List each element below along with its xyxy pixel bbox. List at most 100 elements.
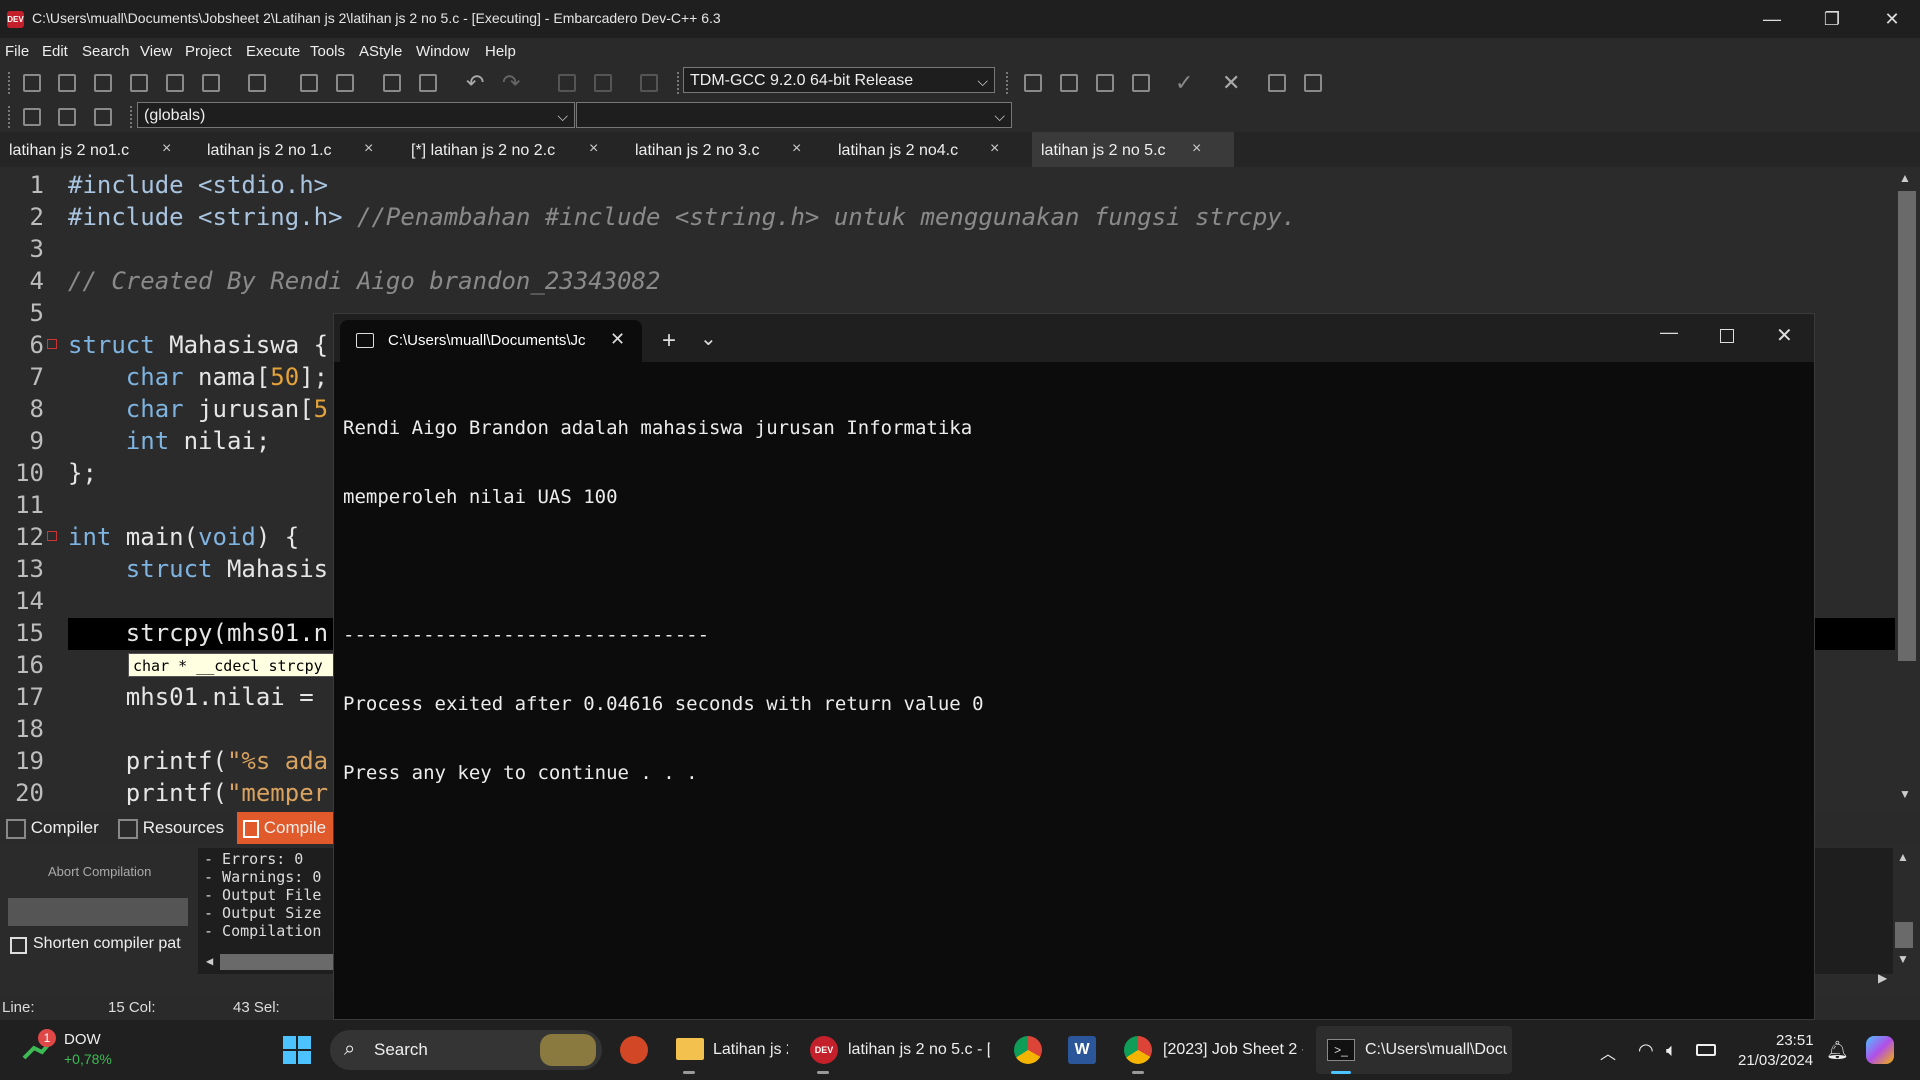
toolbar-grip-icon[interactable] [8, 106, 13, 128]
tab-latihan-no-3[interactable]: latihan js 2 no 3.c × [626, 132, 828, 167]
powerpoint-icon[interactable] [620, 1036, 648, 1064]
tab-close-icon[interactable]: × [990, 130, 999, 167]
scrollbar-thumb[interactable] [1895, 922, 1913, 948]
bookmark-icon[interactable] [594, 74, 612, 92]
word-icon[interactable]: W [1068, 1036, 1096, 1064]
editor-scrollbar[interactable]: ▲ ▼ [1895, 167, 1920, 805]
terminal-tab[interactable]: C:\Users\muall\Documents\Jc ✕ [340, 320, 642, 362]
function-select[interactable]: ⌵ [576, 102, 1012, 128]
new-file-icon[interactable] [23, 74, 41, 92]
toolbar-grip-icon[interactable] [130, 106, 135, 128]
chrome-icon[interactable] [1014, 1036, 1042, 1064]
comment-icon[interactable] [640, 74, 658, 92]
close-all-icon[interactable] [202, 74, 220, 92]
chart-icon[interactable] [1268, 74, 1286, 92]
toolbar-grip-icon[interactable] [1006, 72, 1011, 94]
menu-search[interactable]: Search [82, 43, 130, 60]
minimize-button[interactable]: — [1742, 0, 1802, 38]
tab-latihan-no4[interactable]: latihan js 2 no4.c × [829, 132, 1031, 167]
tab-latihan-no1[interactable]: latihan js 2 no1.c × [0, 132, 196, 167]
redo-icon[interactable]: ↷ [502, 70, 520, 96]
find-icon[interactable] [300, 74, 318, 92]
wifi-icon[interactable]: ◠ [1638, 1040, 1654, 1061]
tab-close-icon[interactable]: × [792, 130, 801, 167]
start-button[interactable] [283, 1036, 311, 1064]
terminal-minimize-icon[interactable]: — [1660, 322, 1678, 343]
print-icon[interactable] [248, 74, 266, 92]
calendar-layout-icon[interactable] [1096, 74, 1114, 92]
stock-widget[interactable]: 1 [22, 1029, 58, 1062]
new-tab-button[interactable]: + [662, 327, 676, 355]
notification-bell-icon[interactable]: 🔔︎ [1826, 1040, 1849, 1061]
menu-astyle[interactable]: AStyle [359, 43, 402, 60]
grid-layout-icon[interactable] [1024, 74, 1042, 92]
close-file-icon[interactable] [166, 74, 184, 92]
scroll-up-icon[interactable]: ▲ [1897, 850, 1909, 864]
indent-icon[interactable] [383, 74, 401, 92]
tray-chevron-up-icon[interactable]: ︿ [1600, 1040, 1616, 1064]
tab-close-icon[interactable]: × [162, 130, 171, 167]
terminal-tab-close-icon[interactable]: ✕ [610, 329, 625, 350]
undo-icon[interactable]: ↶ [466, 70, 484, 96]
scroll-down-icon[interactable]: ▼ [1899, 787, 1911, 801]
tab-close-icon[interactable]: × [364, 130, 373, 167]
bookmark-goto-icon[interactable] [94, 108, 112, 126]
chrome-profile-icon[interactable] [1124, 1036, 1152, 1064]
menu-window[interactable]: Window [416, 43, 469, 60]
goto-icon[interactable] [558, 74, 576, 92]
window-layout-icon[interactable] [1060, 74, 1078, 92]
menu-edit[interactable]: Edit [42, 43, 68, 60]
replace-icon[interactable] [336, 74, 354, 92]
scrollbar-thumb[interactable] [1898, 191, 1916, 661]
bookmark-add-icon[interactable] [58, 108, 76, 126]
fold-marker-icon[interactable] [47, 531, 57, 541]
shorten-path-checkbox[interactable] [10, 937, 27, 954]
menu-file[interactable]: File [5, 43, 29, 60]
toolbar-grip-icon[interactable] [8, 72, 13, 94]
copilot-icon[interactable] [1866, 1036, 1894, 1064]
hscroll-thumb[interactable] [220, 954, 340, 970]
menu-tools[interactable]: Tools [310, 43, 345, 60]
unindent-icon[interactable] [419, 74, 437, 92]
tab-latihan-no-1[interactable]: latihan js 2 no 1.c × [198, 132, 400, 167]
close-button[interactable]: ✕ [1862, 0, 1920, 38]
tab-compiler[interactable]: Compiler [6, 812, 99, 844]
tiles-icon[interactable] [1132, 74, 1150, 92]
taskbar-app-explorer[interactable]: Latihan js 2 [713, 1041, 788, 1059]
taskbar-app-terminal[interactable]: C:\Users\muall\Docu [1365, 1041, 1507, 1059]
tab-compile-log[interactable]: Compile [237, 812, 337, 844]
tab-latihan-no-2[interactable]: [*] latihan js 2 no 2.c × [402, 132, 604, 167]
save-icon[interactable] [94, 74, 112, 92]
tab-dropdown-button[interactable]: ⌄ [700, 326, 717, 351]
menu-help[interactable]: Help [485, 43, 516, 60]
menu-view[interactable]: View [140, 43, 172, 60]
class-browser-icon[interactable] [23, 108, 41, 126]
tab-close-icon[interactable]: × [1192, 130, 1201, 167]
delete-chart-icon[interactable] [1304, 74, 1322, 92]
scope-select[interactable]: (globals) ⌵ [137, 102, 575, 128]
terminal-maximize-icon[interactable] [1720, 329, 1734, 343]
save-all-icon[interactable] [130, 74, 148, 92]
battery-icon[interactable] [1696, 1044, 1716, 1056]
clock-time[interactable]: 23:51 [1776, 1032, 1814, 1049]
compiler-select[interactable]: TDM-GCC 9.2.0 64-bit Release ⌵ [683, 67, 995, 93]
abort-compilation-button[interactable]: Abort Compilation [48, 864, 151, 879]
scroll-left-icon[interactable]: ◀ [206, 954, 213, 968]
devcpp-icon[interactable]: DEV [810, 1036, 838, 1064]
log-scrollbar[interactable]: ▲ ▼ [1893, 848, 1915, 974]
cross-icon[interactable]: ✕ [1222, 70, 1240, 96]
menu-project[interactable]: Project [185, 43, 232, 60]
scroll-up-icon[interactable]: ▲ [1899, 171, 1911, 185]
fold-marker-icon[interactable] [47, 339, 57, 349]
taskbar-app-devcpp[interactable]: latihan js 2 no 5.c - [E [848, 1041, 990, 1059]
search-box[interactable]: ⌕ Search [330, 1030, 602, 1070]
tab-latihan-no-5[interactable]: latihan js 2 no 5.c × [1032, 132, 1234, 167]
open-file-icon[interactable] [58, 74, 76, 92]
check-icon[interactable]: ✓ [1175, 70, 1193, 96]
clock-date[interactable]: 21/03/2024 [1738, 1052, 1813, 1069]
folder-icon[interactable] [676, 1038, 704, 1060]
toolbar-grip-icon[interactable] [677, 72, 682, 94]
tab-resources[interactable]: Resources [118, 812, 224, 844]
menu-execute[interactable]: Execute [246, 43, 300, 60]
volume-icon[interactable]: 🔈︎ [1666, 1040, 1677, 1061]
